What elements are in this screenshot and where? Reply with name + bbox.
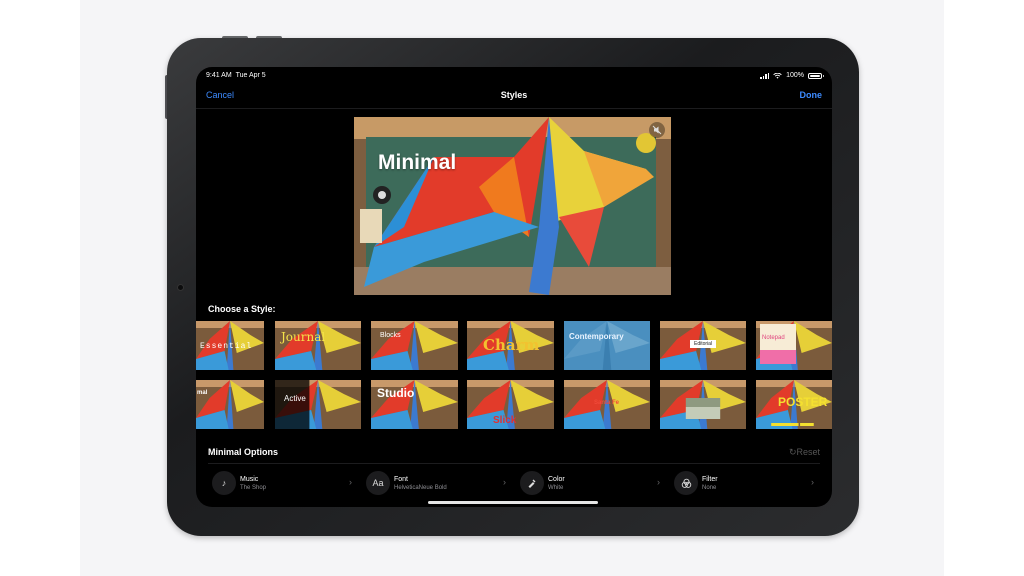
style-label: mal bbox=[197, 390, 208, 396]
style-thumb-charm[interactable]: Charm bbox=[467, 321, 554, 370]
style-label: Journal bbox=[281, 330, 326, 344]
ipad-screen: 9:41 AM Tue Apr 5 100% Cancel Styles Don… bbox=[196, 67, 832, 507]
style-thumb-slick[interactable]: Slick bbox=[467, 380, 554, 429]
style-thumb-studio[interactable]: Studio bbox=[371, 380, 458, 429]
option-value: White bbox=[548, 485, 564, 491]
cellular-signal-icon bbox=[760, 72, 770, 79]
thumb-kite-image bbox=[275, 321, 361, 370]
chevron-right-icon: › bbox=[657, 477, 660, 487]
navigation-bar: Cancel Styles Done bbox=[196, 83, 832, 109]
option-name: Color bbox=[548, 476, 565, 483]
option-value: None bbox=[702, 485, 717, 491]
style-label: Contemporary bbox=[569, 332, 624, 341]
style-label: Essential bbox=[200, 342, 253, 351]
option-value: The Shop bbox=[240, 485, 267, 491]
chevron-right-icon: › bbox=[349, 477, 352, 487]
style-label: Slick bbox=[493, 415, 517, 426]
font-aa-icon: Aa bbox=[366, 471, 390, 495]
options-title: Minimal Options bbox=[208, 447, 279, 457]
filter-circles-icon bbox=[674, 471, 698, 495]
option-name: Font bbox=[394, 476, 409, 483]
style-thumb-poster[interactable]: POSTER bbox=[756, 380, 832, 429]
option-name: Music bbox=[240, 476, 259, 483]
option-music[interactable]: ♪ Music The Shop › bbox=[208, 471, 356, 497]
preview-style-title: Minimal bbox=[378, 151, 457, 174]
option-color[interactable]: Color White › bbox=[516, 471, 664, 497]
style-thumb-plain[interactable] bbox=[660, 380, 746, 429]
battery-percent: 100% bbox=[786, 72, 804, 79]
option-value: HelveticaNeue Bold bbox=[394, 485, 447, 491]
battery-icon bbox=[808, 72, 824, 79]
style-label: Active bbox=[284, 394, 306, 403]
style-label: Charm bbox=[483, 336, 540, 354]
option-name: Filter bbox=[702, 476, 718, 483]
style-label: POSTER bbox=[778, 395, 828, 409]
home-indicator[interactable] bbox=[428, 501, 598, 504]
status-bar: 9:41 AM Tue Apr 5 100% bbox=[196, 67, 832, 83]
style-thumb-essential[interactable]: Essential bbox=[196, 321, 264, 370]
reset-button[interactable]: ↻Reset bbox=[789, 447, 820, 458]
thumb-kite-image bbox=[371, 321, 458, 370]
choose-style-label: Choose a Style: bbox=[208, 304, 276, 314]
thumb-kite-image bbox=[275, 380, 361, 429]
style-label: Editorial bbox=[690, 340, 717, 348]
video-preview[interactable]: Minimal bbox=[354, 117, 671, 295]
style-label: Blocks bbox=[380, 332, 401, 339]
page-title: Styles bbox=[500, 90, 528, 100]
eyedropper-icon bbox=[520, 471, 544, 495]
status-right: 100% bbox=[760, 72, 824, 79]
done-button[interactable]: Done bbox=[800, 90, 823, 100]
style-label: Notepad bbox=[762, 335, 785, 341]
thumb-kite-image bbox=[564, 321, 650, 370]
music-note-icon: ♪ bbox=[212, 471, 236, 495]
style-thumb-journal[interactable]: Journal bbox=[275, 321, 361, 370]
style-thumb-contemporary[interactable]: Contemporary bbox=[564, 321, 650, 370]
thumb-kite-image bbox=[660, 380, 746, 429]
style-label: Santa Fe bbox=[594, 400, 620, 406]
chevron-right-icon: › bbox=[503, 477, 506, 487]
wifi-icon bbox=[773, 72, 782, 79]
option-filter[interactable]: Filter None › bbox=[670, 471, 818, 497]
status-time: 9:41 AM Tue Apr 5 bbox=[206, 72, 266, 79]
style-thumb-santa-fe[interactable]: Santa Fe bbox=[564, 380, 650, 429]
front-camera bbox=[177, 284, 184, 291]
thumb-kite-image bbox=[196, 380, 264, 429]
style-thumb-blocks[interactable]: Blocks bbox=[371, 321, 458, 370]
style-thumb-notepad[interactable]: Notepad bbox=[756, 321, 832, 370]
style-thumb-editorial[interactable]: Editorial bbox=[660, 321, 746, 370]
divider bbox=[208, 463, 820, 464]
notepad-card bbox=[760, 324, 796, 364]
style-thumb-minimal[interactable]: mal bbox=[196, 380, 264, 429]
preview-kite-image bbox=[354, 117, 671, 295]
style-label: Studio bbox=[377, 386, 415, 400]
option-font[interactable]: Aa Font HelveticaNeue Bold › bbox=[362, 471, 510, 497]
chevron-right-icon: › bbox=[811, 477, 814, 487]
style-thumb-active[interactable]: Active bbox=[275, 380, 361, 429]
mute-icon[interactable] bbox=[649, 122, 665, 138]
